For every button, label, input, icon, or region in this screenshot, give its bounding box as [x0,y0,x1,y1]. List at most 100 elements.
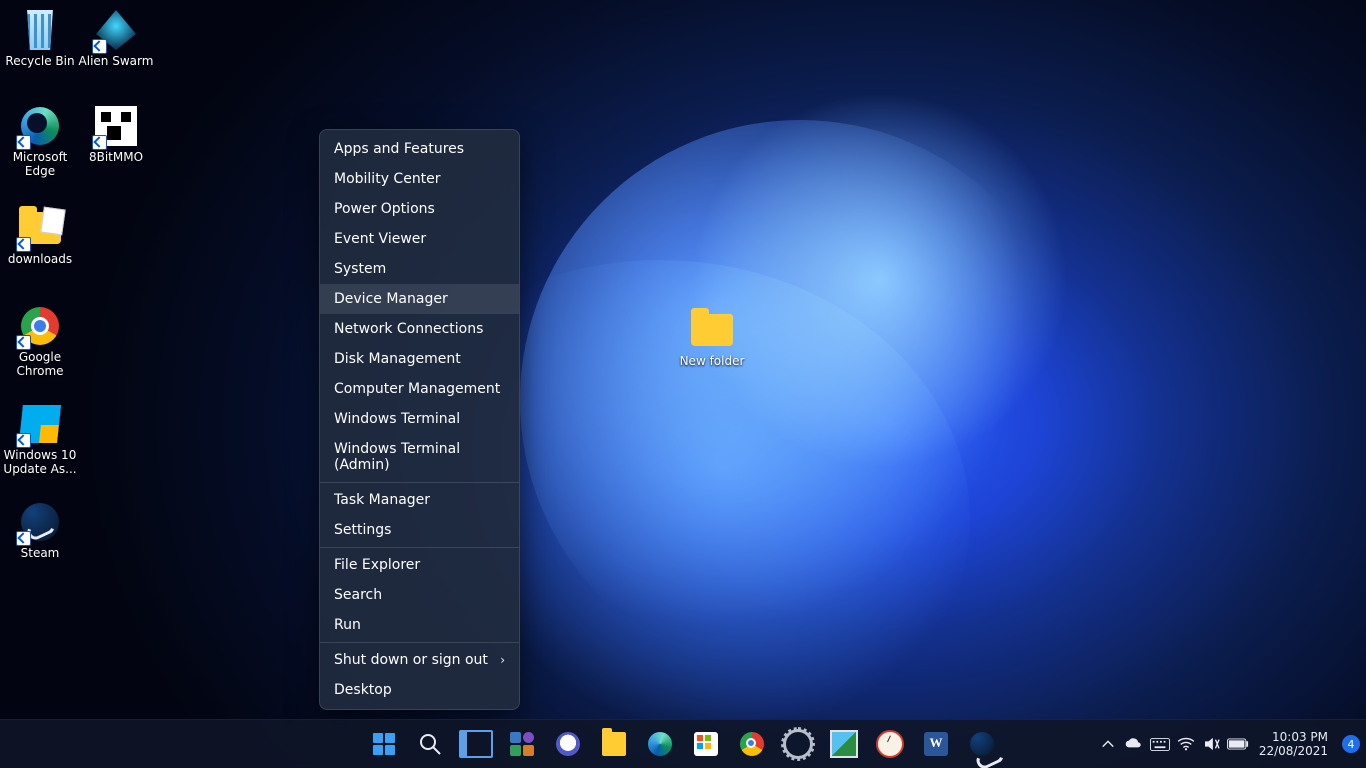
taskbar-microsoft-store[interactable] [686,724,726,764]
desktop-icon-label: Steam [21,546,60,560]
desktop[interactable]: Recycle Bin Microsoft Edge downloads Goo… [0,0,1366,768]
winx-item-file-explorer[interactable]: File Explorer [320,550,519,580]
shortcut-arrow-icon [92,39,107,54]
menu-item-label: Disk Management [334,351,461,367]
desktop-icon-win10-update[interactable]: Windows 10 Update As... [2,400,78,478]
taskbar-edge[interactable] [640,724,680,764]
tray-volume[interactable] [1201,720,1223,768]
edge-icon [648,732,672,756]
notification-badge[interactable]: 4 [1342,735,1360,753]
chevron-up-icon [1101,737,1115,751]
menu-separator [320,482,519,483]
folder-icon [602,732,626,756]
winx-item-shut-down-or-sign-out[interactable]: Shut down or sign out› [320,645,519,675]
winx-item-computer-management[interactable]: Computer Management [320,374,519,404]
desktop-icon-label: 8BitMMO [89,150,143,164]
winx-item-settings[interactable]: Settings [320,515,519,545]
desktop-icon-edge[interactable]: Microsoft Edge [2,102,78,180]
winx-item-apps-and-features[interactable]: Apps and Features [320,134,519,164]
system-tray: 10:03 PM 22/08/2021 4 [1097,720,1360,768]
menu-item-label: Power Options [334,201,435,217]
taskbar-settings[interactable] [778,724,818,764]
taskbar-task-view[interactable] [456,724,496,764]
shortcut-arrow-icon [16,237,31,252]
winx-item-search[interactable]: Search [320,580,519,610]
desktop-icon-alien-swarm[interactable]: Alien Swarm [78,6,154,70]
desktop-icon-recycle-bin[interactable]: Recycle Bin [2,6,78,70]
taskbar-chat[interactable] [548,724,588,764]
clock-icon [876,730,904,758]
desktop-icon-new-folder[interactable]: New folder [674,306,750,370]
tray-battery[interactable] [1227,720,1249,768]
winx-item-device-manager[interactable]: Device Manager [320,284,519,314]
menu-item-label: Network Connections [334,321,483,337]
taskbar-steam[interactable] [962,724,1002,764]
winx-item-mobility-center[interactable]: Mobility Center [320,164,519,194]
taskbar-chrome[interactable] [732,724,772,764]
tray-network[interactable] [1175,720,1197,768]
shortcut-arrow-icon [92,135,107,150]
taskbar-clock[interactable]: 10:03 PM 22/08/2021 [1253,730,1334,758]
desktop-icon-label: Windows 10 Update As... [3,448,76,476]
menu-item-label: Settings [334,522,391,538]
menu-item-label: System [334,261,386,277]
onedrive-icon [1124,737,1144,751]
winx-item-network-connections[interactable]: Network Connections [320,314,519,344]
menu-item-label: File Explorer [334,557,420,573]
menu-item-label: Device Manager [334,291,448,307]
tray-overflow-button[interactable] [1097,720,1119,768]
widgets-icon [510,732,534,756]
taskbar-start[interactable] [364,724,404,764]
menu-separator [320,642,519,643]
menu-separator [320,547,519,548]
desktop-icon-label: downloads [8,252,72,266]
wifi-icon [1177,737,1195,751]
gear-icon [783,729,813,759]
store-icon [694,732,718,756]
menu-item-label: Mobility Center [334,171,441,187]
chat-icon [556,732,580,756]
folder-icon [691,314,733,346]
taskbar-file-explorer[interactable] [594,724,634,764]
keyboard-icon [1150,738,1170,751]
desktop-icon-chrome[interactable]: Google Chrome [2,302,78,380]
battery-icon [1227,738,1249,750]
taskbar-photos[interactable] [824,724,864,764]
menu-item-label: Search [334,587,382,603]
winx-item-power-options[interactable]: Power Options [320,194,519,224]
photos-icon [830,730,858,758]
desktop-icon-8bitmmo[interactable]: 8BitMMO [78,102,154,166]
winx-item-windows-terminal-admin[interactable]: Windows Terminal (Admin) [320,434,519,480]
desktop-icon-label: New folder [680,354,745,368]
winx-item-desktop[interactable]: Desktop [320,675,519,705]
winx-item-event-viewer[interactable]: Event Viewer [320,224,519,254]
shortcut-arrow-icon [16,531,31,546]
desktop-icon-downloads[interactable]: downloads [2,204,78,268]
taskbar-search[interactable] [410,724,450,764]
taskbar-clock[interactable] [870,724,910,764]
winx-item-windows-terminal[interactable]: Windows Terminal [320,404,519,434]
desktop-icon-label: Google Chrome [16,350,63,378]
taskbar-widgets[interactable] [502,724,542,764]
steam-icon [970,732,994,756]
desktop-icon-label: Microsoft Edge [13,150,68,178]
clock-date: 22/08/2021 [1259,744,1328,758]
tray-input-indicator[interactable] [1149,720,1171,768]
taskbar-word[interactable]: W [916,724,956,764]
desktop-icon-steam[interactable]: Steam [2,498,78,562]
winx-item-disk-management[interactable]: Disk Management [320,344,519,374]
menu-item-label: Windows Terminal (Admin) [334,441,505,473]
shortcut-arrow-icon [16,433,31,448]
menu-item-label: Run [334,617,361,633]
menu-item-label: Apps and Features [334,141,464,157]
chrome-icon [740,732,764,756]
menu-item-label: Computer Management [334,381,500,397]
winx-item-task-manager[interactable]: Task Manager [320,485,519,515]
menu-item-label: Windows Terminal [334,411,460,427]
winx-context-menu: Apps and Features Mobility Center Power Op… [319,129,520,710]
menu-item-label: Event Viewer [334,231,426,247]
chevron-right-icon: › [500,653,505,667]
tray-onedrive[interactable] [1123,720,1145,768]
winx-item-system[interactable]: System [320,254,519,284]
winx-item-run[interactable]: Run [320,610,519,640]
